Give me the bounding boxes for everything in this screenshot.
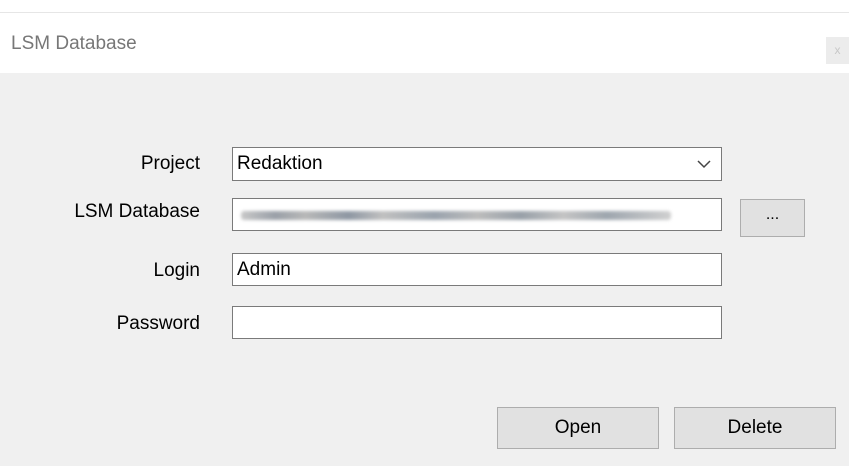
chevron-down-icon[interactable] <box>697 159 711 169</box>
password-field[interactable] <box>232 306 722 339</box>
lsm-database-dialog: LSM Database x Project Redaktion LSM Dat… <box>0 0 849 466</box>
database-label: LSM Database <box>74 201 200 222</box>
close-icon: x <box>834 43 841 57</box>
title-bar: LSM Database x <box>0 13 849 73</box>
close-button[interactable]: x <box>826 37 849 64</box>
browse-button[interactable]: ... <box>740 199 805 237</box>
window-title: LSM Database <box>11 33 137 54</box>
project-label: Project <box>140 153 200 174</box>
redacted-path <box>241 211 671 220</box>
open-button[interactable]: Open <box>497 407 659 449</box>
login-label: Login <box>153 260 201 281</box>
project-value: Redaktion <box>237 153 323 174</box>
password-label: Password <box>116 313 200 334</box>
database-path-field[interactable] <box>232 198 722 231</box>
top-strip <box>0 0 849 13</box>
project-combobox[interactable]: Redaktion <box>232 147 722 181</box>
login-value: Admin <box>237 259 291 280</box>
delete-button[interactable]: Delete <box>674 407 836 449</box>
login-field[interactable]: Admin <box>232 253 722 286</box>
